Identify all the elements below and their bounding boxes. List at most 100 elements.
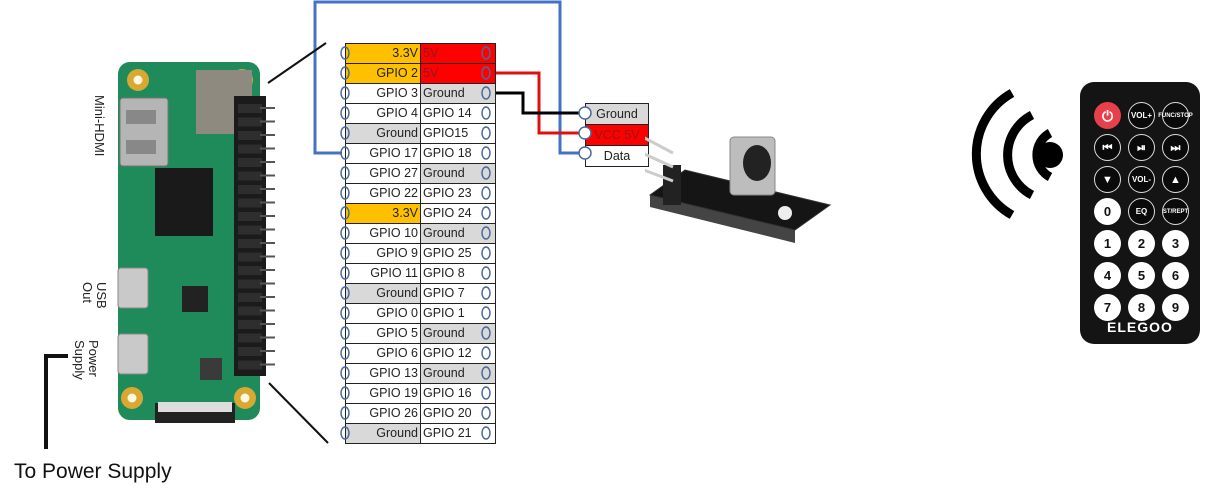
pin-connector-circle [340,126,350,140]
pin-connector-circle [481,406,491,420]
next-button[interactable]: ⏭ [1162,134,1189,161]
sensor-pin-circle [578,106,592,120]
pin-circles [340,46,491,440]
power-button[interactable]: ⏻ [1094,102,1121,129]
header-pin-block [238,333,262,343]
remote-button-label: 9 [1171,299,1180,315]
pin-connector-circle [340,386,350,400]
remote-button-9[interactable]: 9 [1162,294,1189,321]
pin-connector-circle [340,286,350,300]
pin-connector-circle [340,326,350,340]
remote-button-0[interactable]: 0 [1094,198,1121,225]
ir-remote-control: ⏻ VOL+ FUNC/STOP ⏮ ⏯ ⏭ ▼ VOL- ▲ 0 EQ ST/REPT 1 2 3 4 5 6 7… [1080,82,1200,344]
header-pin-block [238,144,262,154]
usb-out-label: USB Out [80,282,109,309]
pin-connector-circle [340,406,350,420]
remote-button-7[interactable]: 7 [1094,294,1121,321]
header-pin-block [238,360,262,370]
up-button[interactable]: ▲ [1162,166,1189,193]
st-rept-button[interactable]: ST/REPT [1162,198,1189,225]
remote-button-5[interactable]: 5 [1128,262,1155,289]
header-pin-block [238,252,262,262]
zoom-line-top [267,42,327,84]
play-pause-button[interactable]: ⏯ [1128,134,1155,161]
remote-button-1[interactable]: 1 [1094,230,1121,257]
pin-connector-circle [481,146,491,160]
sensor-pin-gnd: Ground [585,103,649,125]
power-label-line1: Power [86,340,101,377]
header-pin-block [238,279,262,289]
pin-connector-circle [340,66,350,80]
remote-button-label: 8 [1137,299,1146,315]
prev-button[interactable]: ⏮ [1094,134,1121,161]
sensor-pin-row: Data [585,145,649,167]
header-pin-block [238,171,262,181]
pin-connector-circle [481,306,491,320]
header-pin-block [238,225,262,235]
pin-connector-circle [481,206,491,220]
pin-connector-circle [481,326,491,340]
next-icon: ⏭ [1170,141,1181,154]
remote-button-label: VOL+ [1130,110,1153,120]
pin-connector-circle [340,266,350,280]
pin-connector-circle [340,146,350,160]
pin-connector-circle [340,186,350,200]
mini-hdmi-port [119,97,169,167]
mini-hdmi-label: Mini-HDMI [92,95,107,157]
sensor-header [663,165,681,205]
remote-button-label: 5 [1137,267,1146,283]
pin-connector-circle [481,426,491,440]
pin-connector-circle [340,346,350,360]
vcc-wire [490,71,585,135]
usb-label-line1: USB [94,282,109,309]
remote-button-label: ST/REPT [1162,208,1189,215]
header-pin-block [238,320,262,329]
remote-button-label: 3 [1171,235,1180,251]
sensor-pin-row: VCC 5V [585,124,649,146]
pin-connector-circle [481,386,491,400]
pin-connector-circle [481,346,491,360]
vol-up-button[interactable]: VOL+ [1128,102,1155,129]
usb-label-line2: Out [80,282,95,303]
pin-connector-circle [481,86,491,100]
remote-button-label: 0 [1103,203,1112,219]
up-icon: ▲ [1170,173,1181,186]
power-icon: ⏻ [1101,107,1114,124]
header-pin-block [238,293,262,302]
pin-connector-circle [481,106,491,120]
eq-button[interactable]: EQ [1128,198,1155,225]
sensor-pin-circle [578,146,592,160]
remote-button-4[interactable]: 4 [1094,262,1121,289]
header-pin-block [238,185,262,194]
remote-button-label: EQ [1135,206,1148,216]
pin-connector-circle [481,366,491,380]
header-pin-block [238,306,262,316]
remote-button-label: 6 [1171,267,1180,283]
power-label-line2: Supply [72,340,87,380]
pin-connector-circle [481,266,491,280]
remote-button-6[interactable]: 6 [1162,262,1189,289]
remote-button-3[interactable]: 3 [1162,230,1189,257]
remote-button-2[interactable]: 2 [1128,230,1155,257]
pin-connector-circle [340,166,350,180]
func-stop-button[interactable]: FUNC/STOP [1158,102,1193,129]
down-icon: ▼ [1102,173,1113,186]
usb-port [117,267,149,309]
down-button[interactable]: ▼ [1094,166,1121,193]
remote-button-label: 2 [1137,235,1146,251]
header-pin-block [238,266,262,275]
sensor-pin-data: Data [585,145,649,167]
pin-connector-circle [481,166,491,180]
sensor-pin-row: Ground [585,103,649,125]
play-pause-icon: ⏯ [1137,141,1146,154]
to-power-supply-label: To Power Supply [14,460,172,483]
remote-button-8[interactable]: 8 [1128,294,1155,321]
wiring-diagram: Mini-HDMI USB Out Power Supply To Power … [0,0,1207,502]
pin-connector-circle [340,206,350,220]
pin-connector-circle [481,286,491,300]
sensor-pin-circles [578,106,592,160]
remote-button-label: 7 [1103,299,1112,315]
vol-down-button[interactable]: VOL- [1128,166,1155,193]
pin-connector-circle [481,226,491,240]
pin-connector-circle [340,86,350,100]
